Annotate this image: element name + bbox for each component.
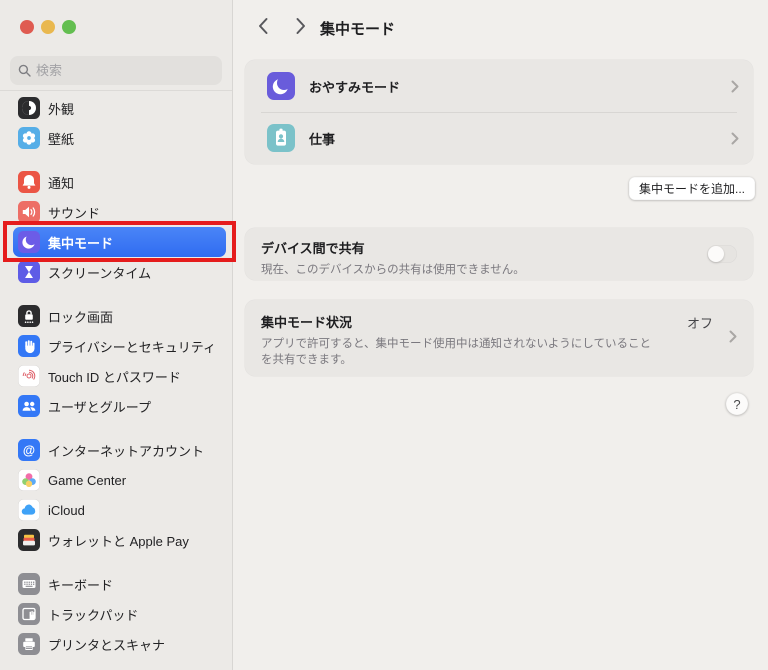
sidebar-item-printers-scanners[interactable]: プリンタとスキャナ: [13, 629, 226, 659]
svg-text:@: @: [23, 443, 35, 457]
sidebar: 外観 壁紙 通知: [0, 0, 233, 670]
sidebar-item-wallpaper[interactable]: 壁紙: [13, 123, 226, 153]
users-groups-icon: [18, 395, 40, 417]
window-controls: [20, 20, 76, 34]
printer-icon: [18, 633, 40, 655]
game-center-icon: [18, 469, 40, 491]
zoom-window-button[interactable]: [62, 20, 76, 34]
keyboard-icon: [18, 573, 40, 595]
icloud-icon: [18, 499, 40, 521]
do-not-disturb-moon-icon: [267, 72, 295, 100]
wallpaper-icon: [18, 127, 40, 149]
close-button[interactable]: [20, 20, 34, 34]
share-across-devices-card: デバイス間で共有 現在、このデバイスからの共有は使用できません。: [245, 228, 753, 280]
sidebar-item-internet-accounts[interactable]: @ インターネットアカウント: [13, 435, 226, 465]
sidebar-item-lock-screen[interactable]: ロック画面: [13, 301, 226, 331]
help-button[interactable]: ?: [726, 393, 748, 415]
search-icon: [18, 64, 31, 77]
sidebar-item-sound[interactable]: サウンド: [13, 197, 226, 227]
touch-id-icon: [18, 365, 40, 387]
sidebar-item-wallet[interactable]: ウォレットと Apple Pay: [13, 525, 226, 555]
sidebar-list: 外観 壁紙 通知 サウンド 集中モード スクリーンタイム ロック画面 プライバシ…: [0, 93, 232, 670]
sidebar-item-focus[interactable]: 集中モード: [13, 227, 226, 257]
sidebar-item-privacy-security[interactable]: プライバシーとセキュリティ: [13, 331, 226, 361]
lock-screen-icon: [18, 305, 40, 327]
focus-moon-icon: [18, 231, 40, 253]
focus-modes-card: おやすみモード 仕事: [245, 60, 753, 164]
internet-accounts-icon: @: [18, 439, 40, 461]
sidebar-item-game-center[interactable]: Game Center: [13, 465, 226, 495]
share-title: デバイス間で共有: [261, 241, 365, 256]
chevron-right-icon: [729, 330, 737, 348]
sidebar-item-users-groups[interactable]: ユーザとグループ: [13, 391, 226, 421]
share-subtitle: 現在、このデバイスからの共有は使用できません。: [261, 264, 525, 276]
sidebar-item-icloud[interactable]: iCloud: [13, 495, 226, 525]
focus-mode-row-do-not-disturb[interactable]: おやすみモード: [245, 60, 753, 113]
minimize-button[interactable]: [41, 20, 55, 34]
privacy-hand-icon: [18, 335, 40, 357]
focus-mode-row-work[interactable]: 仕事: [245, 112, 753, 164]
sidebar-item-notifications[interactable]: 通知: [13, 167, 226, 197]
forward-button[interactable]: [292, 17, 310, 37]
sidebar-item-trackpad[interactable]: トラックパッド: [13, 599, 226, 629]
appearance-icon: [18, 97, 40, 119]
toggle-knob: [708, 246, 724, 262]
sidebar-item-keyboard[interactable]: キーボード: [13, 569, 226, 599]
add-focus-mode-button[interactable]: 集中モードを追加...: [628, 177, 755, 200]
notifications-icon: [18, 171, 40, 193]
trackpad-icon: [18, 603, 40, 625]
wallet-icon: [18, 529, 40, 551]
status-value: オフ: [686, 316, 713, 331]
back-button[interactable]: [254, 17, 272, 37]
chevron-right-icon: [731, 132, 739, 145]
sound-icon: [18, 201, 40, 223]
share-toggle[interactable]: [707, 245, 737, 263]
search-field[interactable]: [10, 56, 222, 85]
sidebar-item-appearance[interactable]: 外観: [13, 93, 226, 123]
sidebar-item-touch-id[interactable]: Touch ID とパスワード: [13, 361, 226, 391]
system-settings-window: 外観 壁紙 通知: [0, 0, 768, 670]
sidebar-divider: [0, 90, 232, 91]
status-title: 集中モード状況: [261, 315, 353, 330]
focus-status-card[interactable]: 集中モード状況 オフ アプリで許可すると、集中モード使用中は通知されないようにし…: [245, 300, 753, 376]
sidebar-item-screen-time[interactable]: スクリーンタイム: [13, 257, 226, 287]
search-input[interactable]: [36, 63, 214, 78]
chevron-right-icon: [731, 80, 739, 93]
screen-time-icon: [18, 261, 40, 283]
status-subtitle: アプリで許可すると、集中モード使用中は通知されないようにしていること を共有でき…: [261, 338, 651, 366]
work-badge-icon: [267, 124, 295, 152]
focus-settings-pane: 集中モード おやすみモード 仕事 集中モードを追加... デバイス間で共有 現在…: [234, 0, 768, 670]
page-title: 集中モード: [320, 21, 396, 38]
